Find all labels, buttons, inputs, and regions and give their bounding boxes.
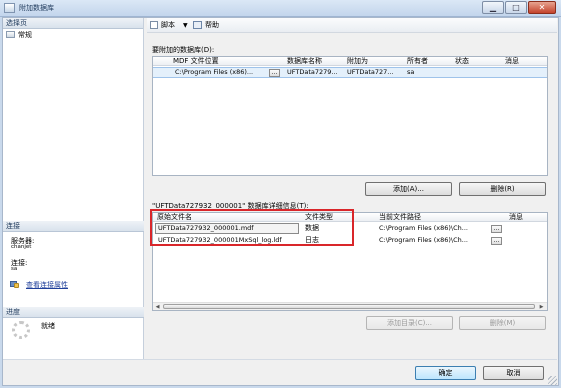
maximize-button[interactable]: □ bbox=[505, 1, 527, 14]
server-value: chanjet bbox=[11, 244, 32, 250]
view-connection-properties-link[interactable]: 查看连接属性 bbox=[26, 280, 68, 290]
chevron-down-icon: ▼ bbox=[183, 22, 188, 29]
minimize-button[interactable]: ▁ bbox=[482, 1, 504, 14]
attach-grid[interactable]: MDF 文件位置 数据库名称 附加为 所有者 状态 消息 C:\Program … bbox=[152, 56, 548, 176]
window-icon bbox=[4, 3, 15, 13]
file-path: C:\Program Files (x86)\Ch... bbox=[379, 224, 468, 232]
resize-grip-icon[interactable] bbox=[548, 376, 557, 385]
footer-divider bbox=[3, 359, 557, 360]
attach-grid-header: MDF 文件位置 数据库名称 附加为 所有者 状态 消息 bbox=[153, 57, 547, 66]
browse-path-button[interactable]: ... bbox=[491, 225, 502, 233]
progress-header: 进度 bbox=[3, 307, 144, 318]
file-path: C:\Program Files (x86)\Ch... bbox=[379, 236, 468, 244]
connection-header: 连接 bbox=[3, 221, 144, 232]
help-button[interactable]: 帮助 bbox=[193, 20, 227, 31]
connection-value: sa bbox=[11, 266, 18, 272]
close-button[interactable]: ✕ bbox=[528, 1, 556, 14]
add-catalog-button[interactable]: 添加目录(C)... bbox=[366, 316, 453, 330]
add-database-button[interactable]: 添加(A)... bbox=[365, 182, 452, 196]
script-icon bbox=[150, 21, 158, 29]
attach-as[interactable]: UFTData727... bbox=[347, 68, 393, 77]
window-title: 附加数据库 bbox=[19, 4, 54, 12]
mdf-path: C:\Program Files (x86)... bbox=[175, 68, 254, 76]
col-status: 状态 bbox=[455, 57, 469, 65]
col-db-name: 数据库名称 bbox=[287, 57, 322, 65]
col-mdf: MDF 文件位置 bbox=[173, 57, 219, 65]
cancel-button[interactable]: 取消 bbox=[483, 366, 544, 380]
highlight-box bbox=[150, 209, 354, 246]
horizontal-scrollbar[interactable]: ◀ ▶ bbox=[153, 302, 547, 310]
help-label: 帮助 bbox=[205, 21, 219, 29]
progress-status: 就绪 bbox=[41, 322, 55, 330]
browse-mdf-button[interactable]: ... bbox=[269, 69, 280, 77]
table-row[interactable]: C:\Program Files (x86)... ... UFTData727… bbox=[153, 67, 547, 78]
script-button[interactable]: 脚本 ▼ bbox=[150, 20, 190, 31]
col-message: 消息 bbox=[505, 57, 519, 65]
col-attach-as: 附加为 bbox=[347, 57, 368, 65]
col-current-path: 当前文件路径 bbox=[379, 213, 421, 221]
owner: sa bbox=[407, 68, 415, 76]
page-general-label: 常规 bbox=[18, 31, 32, 39]
browse-path-button[interactable]: ... bbox=[491, 237, 502, 245]
help-icon bbox=[193, 21, 202, 29]
attach-databases-label: 要附加的数据库(D): bbox=[152, 46, 215, 54]
scroll-thumb[interactable] bbox=[163, 304, 535, 309]
scroll-right-icon[interactable]: ▶ bbox=[538, 304, 545, 310]
properties-icon bbox=[10, 280, 20, 289]
col-owner: 所有者 bbox=[407, 57, 428, 65]
progress-spinner-icon bbox=[12, 321, 30, 339]
col-message: 消息 bbox=[509, 213, 523, 221]
page-icon bbox=[6, 31, 15, 38]
script-label: 脚本 bbox=[161, 21, 175, 29]
scroll-left-icon[interactable]: ◀ bbox=[154, 304, 161, 310]
page-general[interactable]: 常规 bbox=[6, 30, 141, 40]
left-pane: 选择页 常规 连接 服务器: chanjet 连接: sa 查看连接属性 进度 … bbox=[3, 18, 144, 359]
title-bar bbox=[0, 0, 561, 17]
select-page-header: 选择页 bbox=[3, 18, 143, 29]
remove-file-button[interactable]: 删除(M) bbox=[459, 316, 546, 330]
db-name: UFTData7279... bbox=[287, 68, 338, 76]
ok-button[interactable]: 确定 bbox=[415, 366, 476, 380]
remove-database-button[interactable]: 删除(R) bbox=[459, 182, 546, 196]
